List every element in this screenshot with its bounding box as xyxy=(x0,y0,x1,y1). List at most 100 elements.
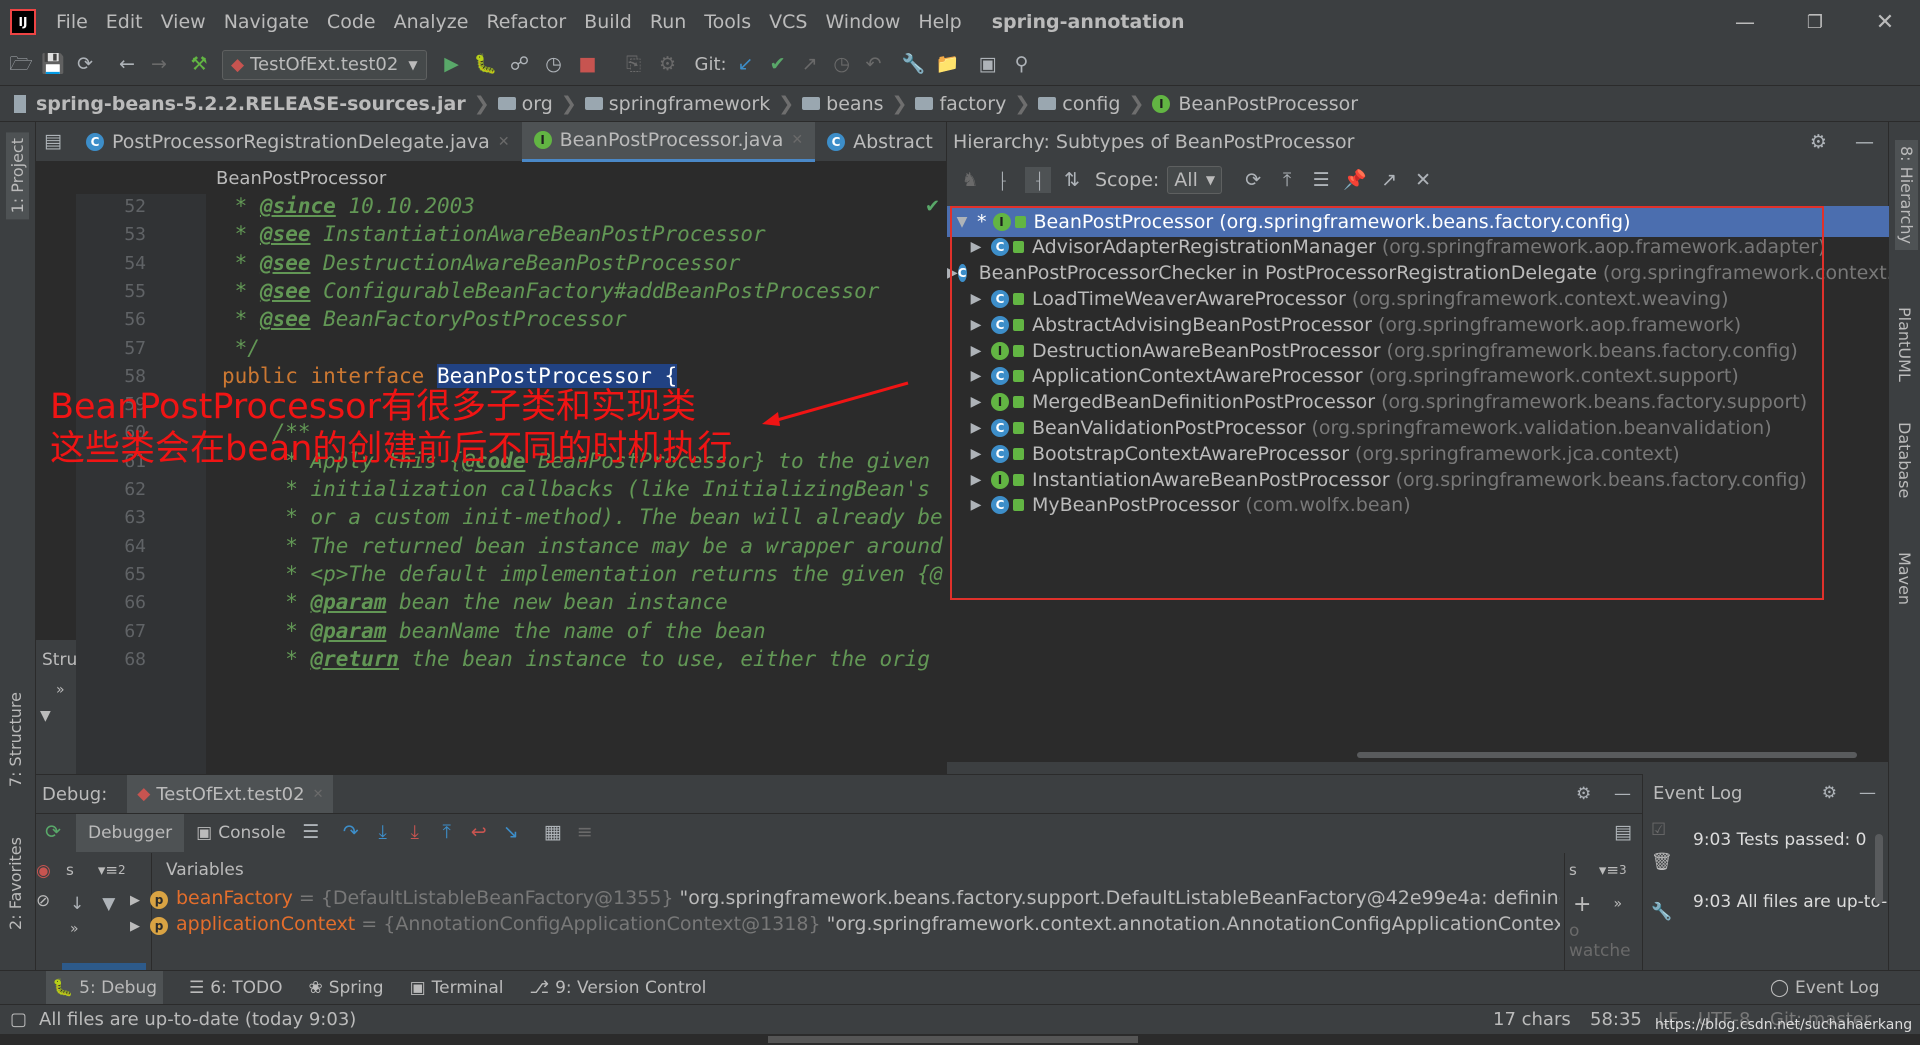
search-icon[interactable]: ⚲ xyxy=(1009,52,1035,78)
tab-spring[interactable]: ❀ Spring xyxy=(308,978,383,998)
expand-icon[interactable]: » xyxy=(1613,896,1622,912)
scope-select[interactable]: All ▼ xyxy=(1167,166,1223,194)
tab-console[interactable]: ▣ Console xyxy=(184,814,298,852)
debug-bug-icon[interactable]: 🐛 xyxy=(473,52,499,78)
tab-todo[interactable]: ☰ 6: TODO xyxy=(189,978,282,998)
menu-item-edit[interactable]: Edit xyxy=(106,11,143,33)
menu-item-tools[interactable]: Tools xyxy=(704,11,751,33)
step-out-icon[interactable]: ⤒ xyxy=(434,820,460,846)
tab-postprocessor-registration[interactable]: C PostProcessorRegistrationDelegate.java ✕ xyxy=(74,122,522,162)
project-view-icon[interactable]: ▤ xyxy=(40,129,66,155)
variable-row[interactable]: ▶ p applicationContext = {AnnotationConfig… xyxy=(130,913,1560,935)
hierarchy-scrollbar[interactable] xyxy=(1357,752,1857,758)
minimize-icon[interactable]: — xyxy=(1710,10,1780,34)
hierarchy-tool-tab[interactable]: 8: Hierarchy xyxy=(1895,140,1918,250)
status-position[interactable]: 58:35 xyxy=(1590,1009,1642,1030)
close-icon[interactable]: ✕ xyxy=(791,132,803,148)
close-icon[interactable]: ✕ xyxy=(313,787,324,802)
trash-icon[interactable]: 🗑 xyxy=(1651,852,1681,902)
run-to-cursor-icon[interactable]: ↘ xyxy=(498,820,524,846)
pin-icon[interactable]: 📌 xyxy=(1342,167,1368,193)
menu-item-build[interactable]: Build xyxy=(584,11,632,33)
variable-row[interactable]: ▶ p beanFactory = {DefaultListableBeanFact… xyxy=(130,887,1560,909)
menu-item-refactor[interactable]: Refactor xyxy=(486,11,566,33)
tab-beanpostprocessor[interactable]: I BeanPostProcessor.java ✕ xyxy=(521,121,816,162)
profile-icon[interactable]: ◷ xyxy=(541,52,567,78)
layout-icon[interactable]: ▤ xyxy=(1610,820,1636,846)
menu-item-vcs[interactable]: VCS xyxy=(769,11,807,33)
wrench-icon[interactable]: 🔧 xyxy=(901,52,927,78)
tab-version-control[interactable]: ⎇ 9: Version Control xyxy=(530,978,707,998)
gear-icon[interactable]: ⚙ xyxy=(1576,784,1591,804)
structure-tool-tab[interactable]: 7: Structure xyxy=(6,692,25,787)
drop-frame-icon[interactable]: ↩ xyxy=(466,820,492,846)
gear-icon[interactable]: ⚙ xyxy=(1822,783,1837,803)
down-arrow-icon[interactable]: ↓ xyxy=(70,894,84,914)
frames-menu-icon[interactable]: ▾≡ xyxy=(98,861,118,879)
dump-icon[interactable]: ⎘ xyxy=(621,52,647,78)
add-watch-icon[interactable]: + xyxy=(1573,892,1591,917)
menu-item-code[interactable]: Code xyxy=(327,11,376,33)
close-icon[interactable]: ✕ xyxy=(498,134,510,150)
status-window-icon[interactable]: ▢ xyxy=(10,1009,27,1030)
forward-icon[interactable]: → xyxy=(146,52,172,78)
tab-debugger[interactable]: Debugger xyxy=(76,813,185,852)
export-icon[interactable]: ↗ xyxy=(1376,167,1402,193)
menu-item-help[interactable]: Help xyxy=(918,11,961,33)
editor-crumb-label[interactable]: BeanPostProcessor xyxy=(216,168,386,189)
favorites-tool-tab[interactable]: 2: Favorites xyxy=(6,837,25,930)
scroll-to-top-icon[interactable]: ⤒ xyxy=(1274,167,1300,193)
expand-arrow-icon[interactable]: ▶ xyxy=(130,893,140,908)
project-structure-icon[interactable]: 📁 xyxy=(935,52,961,78)
coverage-icon[interactable]: ☍ xyxy=(507,52,533,78)
plantuml-tool-tab[interactable]: PlantUML xyxy=(1895,307,1914,382)
watches-menu-icon[interactable]: ▾≡ xyxy=(1599,861,1619,879)
git-rollback-icon[interactable]: ↶ xyxy=(861,52,887,78)
rerun-icon[interactable]: ⟳ xyxy=(40,820,66,846)
restore-icon[interactable]: ❐ xyxy=(1780,12,1850,33)
wrench-icon[interactable]: 🔧 xyxy=(1651,902,1681,922)
trace-icon[interactable]: ≡ xyxy=(572,820,598,846)
menu-item-navigate[interactable]: Navigate xyxy=(224,11,309,33)
menu-item-analyze[interactable]: Analyze xyxy=(394,11,469,33)
breadcrumb-last[interactable]: BeanPostProcessor xyxy=(1178,93,1358,115)
filter-icon[interactable]: ▼ xyxy=(102,894,115,914)
menu-item-view[interactable]: View xyxy=(161,11,206,33)
sort-alpha-icon[interactable]: ⇅ xyxy=(1059,167,1085,193)
menu-lines-icon[interactable]: ☰ xyxy=(298,820,324,846)
menu-item-file[interactable]: File xyxy=(56,11,88,33)
expand-all-icon[interactable]: ☰ xyxy=(1308,167,1334,193)
tab-abstract[interactable]: C Abstract xyxy=(815,122,945,162)
breadcrumb-jar[interactable]: spring-beans-5.2.2.RELEASE-sources.jar xyxy=(36,93,466,115)
step-over-icon[interactable]: ↷ xyxy=(338,820,364,846)
hide-panel-icon[interactable]: — xyxy=(1859,783,1876,803)
run-config-select[interactable]: ◆ TestOfExt.test02 ▼ xyxy=(222,49,427,80)
gear-icon[interactable]: ⚙ xyxy=(1810,131,1827,153)
breadcrumb-item[interactable]: ❯ factory xyxy=(884,93,1007,115)
git-history-icon[interactable]: ◷ xyxy=(829,52,855,78)
git-commit-icon[interactable]: ✔ xyxy=(765,52,791,78)
hide-panel-icon[interactable]: — xyxy=(1855,131,1874,153)
evaluate-icon[interactable]: ▦ xyxy=(540,820,566,846)
event-log-scrollbar[interactable] xyxy=(1875,834,1883,904)
git-update-icon[interactable]: ↙ xyxy=(733,52,759,78)
sync-icon[interactable]: ⟳ xyxy=(72,52,98,78)
project-tool-tab[interactable]: 1: Project xyxy=(6,132,29,220)
expand-arrow-icon[interactable]: ▶ xyxy=(130,919,140,934)
debug-session-tab[interactable]: ◆ TestOfExt.test02 ✕ xyxy=(127,775,334,813)
maven-tool-tab[interactable]: Maven xyxy=(1895,552,1914,605)
expand-icon[interactable]: » xyxy=(36,670,76,698)
back-icon[interactable]: ← xyxy=(114,52,140,78)
terminal-window-icon[interactable]: ▣ xyxy=(975,52,1001,78)
git-push-icon[interactable]: ↗ xyxy=(797,52,823,78)
hide-panel-icon[interactable]: — xyxy=(1614,784,1631,804)
supertypes-icon[interactable]: ⸠ xyxy=(991,167,1017,193)
tab-terminal[interactable]: ▣ Terminal xyxy=(410,978,504,998)
collapse-arrow-icon[interactable]: ▼ xyxy=(36,698,76,724)
breadcrumb-item[interactable]: ❯ config xyxy=(1006,93,1120,115)
breadcrumb-item[interactable]: ❯ springframework xyxy=(553,93,770,115)
code-editor[interactable]: * @since 10.10.2003 * @see Instantiation… xyxy=(206,194,946,774)
class-hierarchy-icon[interactable]: ♞ xyxy=(957,167,983,193)
refresh-icon[interactable]: ⟳ xyxy=(1240,167,1266,193)
breadcrumb-item[interactable]: ❯ org xyxy=(466,93,553,115)
